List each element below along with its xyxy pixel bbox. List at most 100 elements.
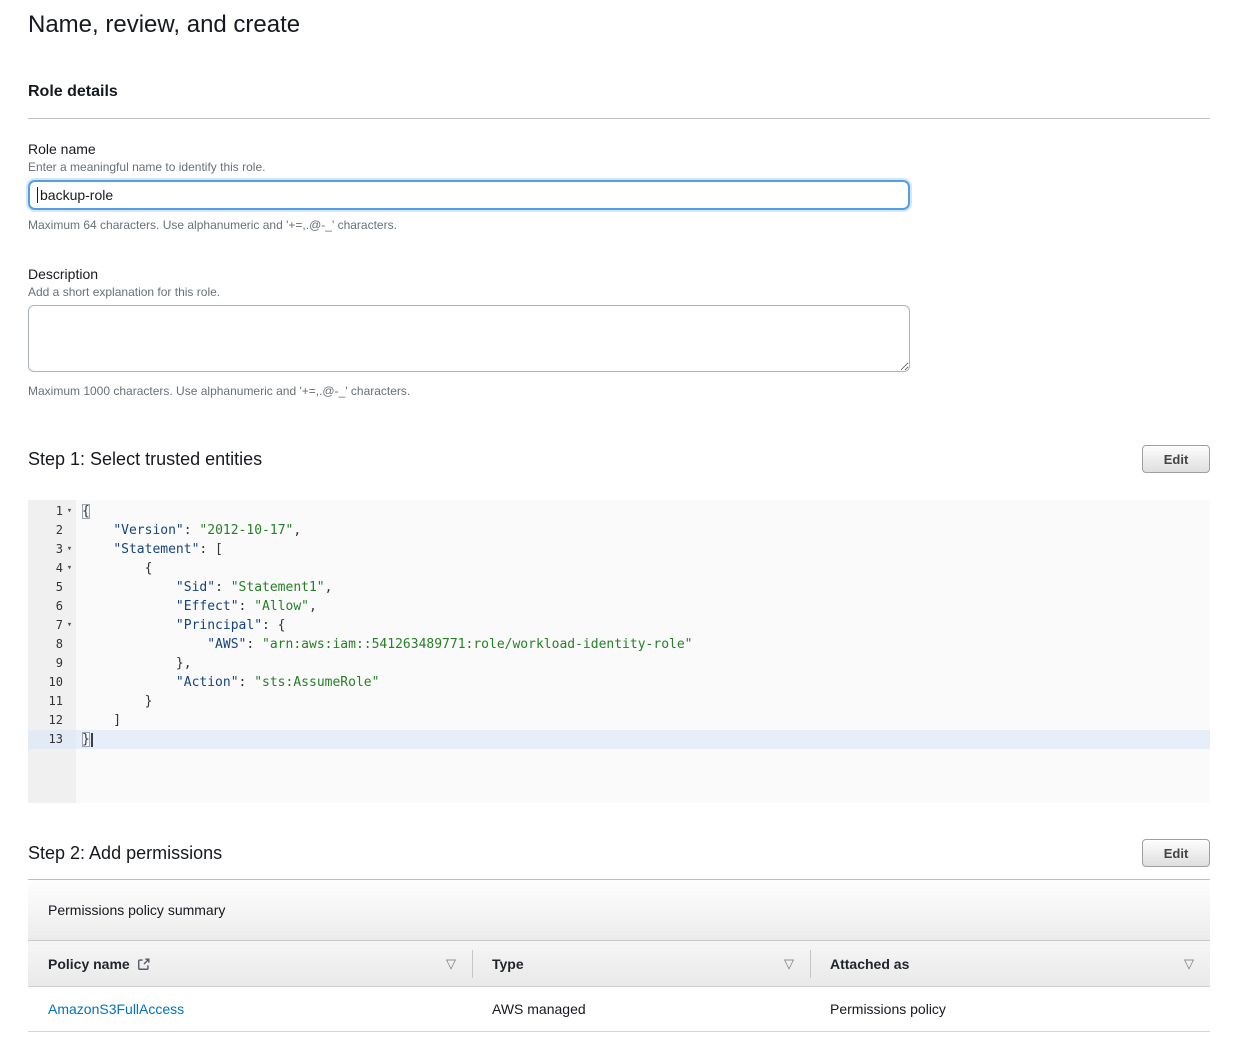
permissions-summary-title: Permissions policy summary <box>48 902 225 918</box>
code-line-8[interactable]: "AWS": "arn:aws:iam::541263489771:role/w… <box>76 635 1210 654</box>
section-divider <box>28 118 1210 119</box>
policy-json-editor[interactable]: 1▾23▾4▾567▾8910111213 { "Version": "2012… <box>28 500 1210 803</box>
filter-dropdown-icon[interactable]: ▽ <box>446 957 456 970</box>
code-line-9[interactable]: }, <box>76 654 1210 673</box>
json-key: "Version" <box>113 523 183 538</box>
role-name-label: Role name <box>28 140 1210 158</box>
line-number: 1 <box>28 502 63 521</box>
json-punct: , <box>309 599 317 614</box>
gutter-line-4: 4▾ <box>28 559 76 578</box>
json-punct: : <box>239 675 255 690</box>
step1-edit-button[interactable]: Edit <box>1142 445 1210 473</box>
json-punct: ] <box>82 713 121 728</box>
gutter-line-5: 5 <box>28 578 76 597</box>
role-name-input[interactable] <box>28 180 910 210</box>
gutter-line-3: 3▾ <box>28 540 76 559</box>
json-punct <box>82 580 176 595</box>
json-punct <box>82 542 113 557</box>
gutter-line-2: 2 <box>28 521 76 540</box>
description-textarea[interactable] <box>28 305 910 372</box>
json-punct: , <box>293 523 301 538</box>
json-key: "Sid" <box>176 580 215 595</box>
fold-caret-icon[interactable]: ▾ <box>63 540 76 559</box>
line-number: 3 <box>28 540 63 559</box>
line-number: 11 <box>28 692 63 711</box>
editor-code: { "Version": "2012-10-17", "Statement": … <box>76 500 1210 803</box>
json-string: "Allow" <box>254 599 309 614</box>
code-line-4[interactable]: { <box>76 559 1210 578</box>
description-constraint: Maximum 1000 characters. Use alphanumeri… <box>28 383 1210 399</box>
role-details-heading: Role details <box>28 82 1210 102</box>
code-line-12[interactable]: ] <box>76 711 1210 730</box>
json-key: "Effect" <box>176 599 239 614</box>
description-label: Description <box>28 265 1210 283</box>
type-column-label: Type <box>492 956 524 972</box>
role-name-constraint: Maximum 64 characters. Use alphanumeric … <box>28 217 1210 233</box>
json-key: "Statement" <box>113 542 199 557</box>
filter-dropdown-icon[interactable]: ▽ <box>784 957 794 970</box>
json-punct <box>82 618 176 633</box>
json-punct: : <box>215 580 231 595</box>
step2-edit-button[interactable]: Edit <box>1142 839 1210 867</box>
code-line-3[interactable]: "Statement": [ <box>76 540 1210 559</box>
policy-table-body: AmazonS3FullAccess AWS managedPermissions… <box>28 987 1210 1032</box>
policy-name-cell: AmazonS3FullAccess <box>28 1001 472 1017</box>
json-string: "sts:AssumeRole" <box>254 675 379 690</box>
json-punct <box>82 637 207 652</box>
json-punct: , <box>325 580 333 595</box>
json-string: "2012-10-17" <box>199 523 293 538</box>
step1-header-row: Step 1: Select trusted entities Edit <box>28 445 1210 473</box>
column-header-policy-name[interactable]: Policy name ▽ <box>28 941 472 986</box>
json-punct: } <box>82 694 152 709</box>
json-punct: }, <box>82 656 192 671</box>
code-line-11[interactable]: } <box>76 692 1210 711</box>
policy-name-link[interactable]: AmazonS3FullAccess <box>48 1001 184 1017</box>
editor-cursor <box>91 733 93 747</box>
gutter-line-1: 1▾ <box>28 502 76 521</box>
line-number: 13 <box>28 730 63 749</box>
line-number: 7 <box>28 616 63 635</box>
description-hint: Add a short explanation for this role. <box>28 284 1210 300</box>
json-key: "Principal" <box>176 618 262 633</box>
policy-name-column-label: Policy name <box>48 956 130 972</box>
external-link-icon[interactable] <box>137 957 151 971</box>
role-name-input-wrap <box>28 180 910 210</box>
editor-gutter: 1▾23▾4▾567▾8910111213 <box>28 500 76 803</box>
json-punct: : [ <box>199 542 222 557</box>
json-punct <box>82 599 176 614</box>
code-line-5[interactable]: "Sid": "Statement1", <box>76 578 1210 597</box>
fold-caret-icon[interactable]: ▾ <box>63 502 76 521</box>
line-number: 8 <box>28 635 63 654</box>
attached-as-column-label: Attached as <box>830 956 909 972</box>
code-line-10[interactable]: "Action": "sts:AssumeRole" <box>76 673 1210 692</box>
json-string: "arn:aws:iam::541263489771:role/workload… <box>262 637 692 652</box>
json-key: "AWS" <box>207 637 246 652</box>
json-punct: } <box>82 732 90 747</box>
permissions-summary-panel: Permissions policy summary <box>28 880 1210 941</box>
json-punct <box>82 523 113 538</box>
filter-dropdown-icon[interactable]: ▽ <box>1184 957 1194 970</box>
role-name-hint: Enter a meaningful name to identify this… <box>28 159 1210 175</box>
fold-caret-icon[interactable]: ▾ <box>63 559 76 578</box>
json-punct: : <box>184 523 200 538</box>
line-number: 4 <box>28 559 63 578</box>
gutter-line-10: 10 <box>28 673 76 692</box>
fold-caret-icon[interactable]: ▾ <box>63 616 76 635</box>
code-line-13[interactable]: } <box>76 730 1210 749</box>
step1-heading: Step 1: Select trusted entities <box>28 447 262 471</box>
attached-as-cell: Permissions policy <box>810 1001 1210 1017</box>
column-header-attached-as[interactable]: Attached as ▽ <box>810 941 1210 986</box>
column-header-type[interactable]: Type ▽ <box>472 941 810 986</box>
line-number: 6 <box>28 597 63 616</box>
json-punct: { <box>82 561 152 576</box>
code-line-7[interactable]: "Principal": { <box>76 616 1210 635</box>
json-punct: : { <box>262 618 285 633</box>
gutter-line-7: 7▾ <box>28 616 76 635</box>
code-line-1[interactable]: { <box>76 502 1210 521</box>
code-line-2[interactable]: "Version": "2012-10-17", <box>76 521 1210 540</box>
code-line-6[interactable]: "Effect": "Allow", <box>76 597 1210 616</box>
line-number: 12 <box>28 711 63 730</box>
policy-type-cell: AWS managed <box>472 1001 810 1017</box>
line-number: 9 <box>28 654 63 673</box>
line-number: 10 <box>28 673 63 692</box>
